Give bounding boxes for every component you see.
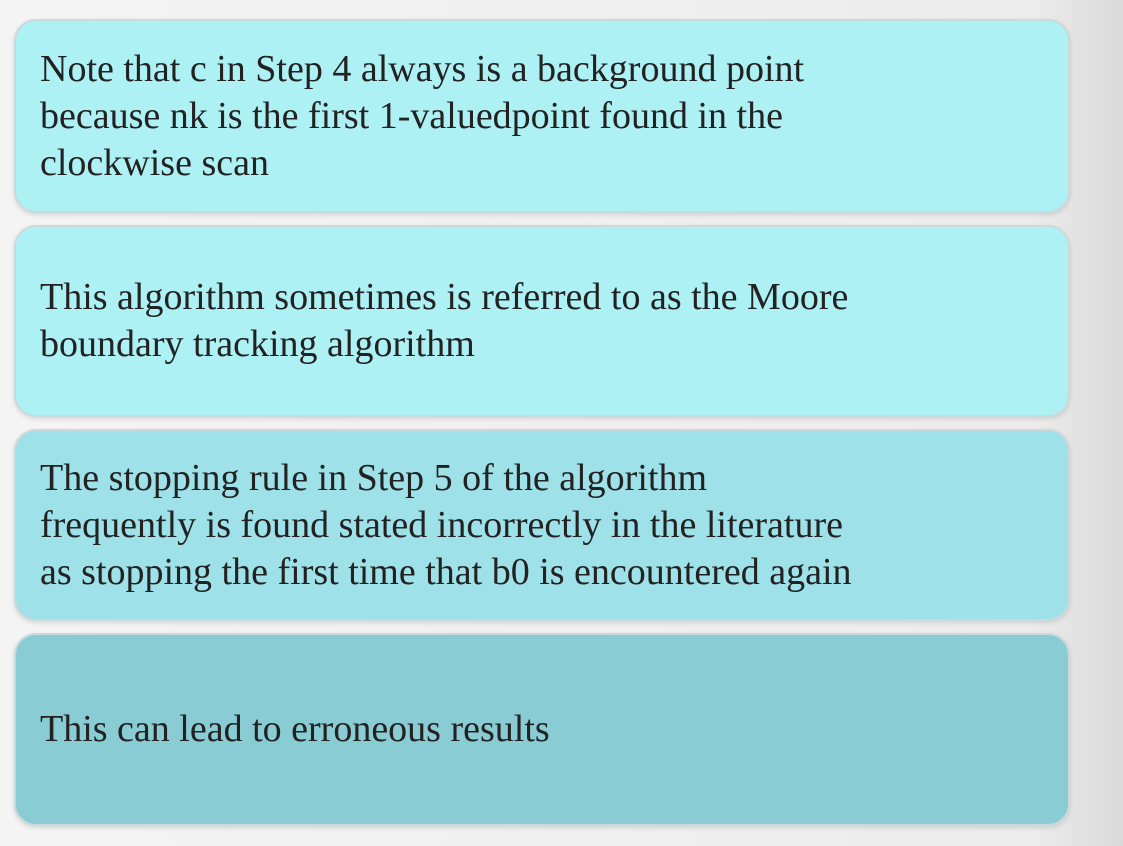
note-card-1: Note that c in Step 4 always is a backgr… [14, 19, 1070, 213]
note-text-4: This can lead to erroneous results [40, 708, 550, 750]
note-card-3: The stopping rule in Step 5 of the algor… [14, 429, 1070, 621]
note-text-2: This algorithm sometimes is referred to … [40, 276, 849, 365]
note-card-2: This algorithm sometimes is referred to … [14, 225, 1070, 417]
note-text-1: Note that c in Step 4 always is a backgr… [40, 48, 805, 184]
note-card-4: This can lead to erroneous results [14, 633, 1070, 826]
note-text-3: The stopping rule in Step 5 of the algor… [40, 456, 852, 593]
